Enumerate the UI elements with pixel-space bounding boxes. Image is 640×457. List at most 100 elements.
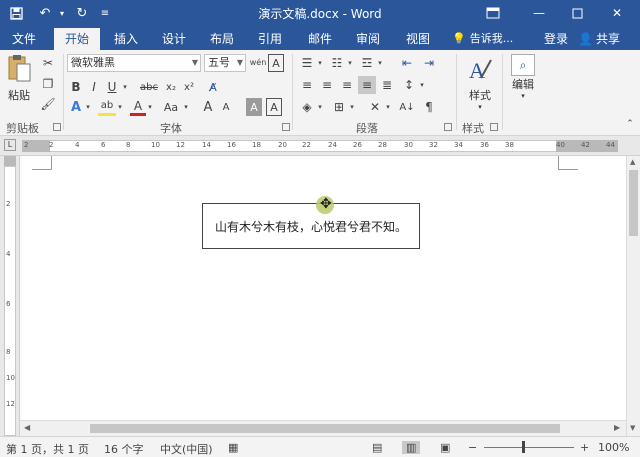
read-mode-icon[interactable]: ▤ bbox=[372, 441, 382, 454]
tab-insert[interactable]: 插入 bbox=[108, 28, 144, 50]
chevron-down-icon[interactable]: ▾ bbox=[316, 54, 324, 72]
grow-font-button[interactable]: A bbox=[200, 98, 216, 116]
numbering-icon[interactable]: ☷ bbox=[328, 54, 346, 72]
redo-icon[interactable]: ↻ bbox=[72, 4, 92, 22]
tab-home[interactable]: 开始 bbox=[54, 28, 100, 50]
distributed-icon[interactable]: ≣ bbox=[378, 76, 396, 94]
chevron-down-icon[interactable]: ▾ bbox=[116, 98, 124, 116]
tab-view[interactable]: 视图 bbox=[400, 28, 436, 50]
chevron-down-icon[interactable]: ▾ bbox=[84, 98, 92, 116]
cut-icon[interactable]: ✂ bbox=[40, 55, 56, 71]
tab-review[interactable]: 审阅 bbox=[350, 28, 386, 50]
scroll-up-icon[interactable]: ▲ bbox=[630, 158, 635, 166]
styles-launcher-icon[interactable] bbox=[490, 123, 498, 131]
zoom-slider-thumb[interactable] bbox=[522, 441, 525, 453]
chevron-down-icon[interactable]: ▾ bbox=[120, 78, 130, 96]
decrease-indent-icon[interactable]: ⇤ bbox=[398, 54, 416, 72]
vertical-ruler[interactable]: 2 4 6 8 10 12 bbox=[0, 156, 20, 436]
scroll-down-icon[interactable]: ▼ bbox=[630, 424, 635, 432]
chevron-down-icon[interactable]: ▾ bbox=[418, 76, 426, 94]
align-right-icon[interactable]: ≡ bbox=[338, 76, 356, 94]
superscript-button[interactable]: x² bbox=[180, 78, 198, 96]
tab-file[interactable]: 文件 bbox=[6, 28, 42, 50]
increase-indent-icon[interactable]: ⇥ bbox=[420, 54, 438, 72]
align-center-icon[interactable]: ≡ bbox=[318, 76, 336, 94]
show-marks-icon[interactable]: ¶ bbox=[420, 98, 438, 116]
clipboard-launcher-icon[interactable] bbox=[53, 123, 61, 131]
bold-button[interactable]: B bbox=[68, 78, 84, 96]
language-indicator[interactable]: 中文(中国) bbox=[160, 441, 213, 457]
bullets-icon[interactable]: ☰ bbox=[298, 54, 316, 72]
shrink-font-button[interactable]: A bbox=[218, 98, 234, 116]
align-left-icon[interactable]: ≡ bbox=[298, 76, 316, 94]
tab-selector[interactable]: L bbox=[4, 139, 16, 151]
chevron-down-icon[interactable]: ▾ bbox=[376, 54, 384, 72]
font-color-button[interactable]: A bbox=[130, 98, 146, 116]
undo-icon[interactable]: ↶ bbox=[34, 4, 56, 22]
italic-button[interactable]: I bbox=[86, 78, 102, 96]
underline-button[interactable]: U bbox=[104, 78, 120, 96]
paragraph-launcher-icon[interactable] bbox=[444, 123, 452, 131]
tab-layout[interactable]: 布局 bbox=[204, 28, 240, 50]
chevron-down-icon[interactable]: ▾ bbox=[182, 98, 190, 116]
horizontal-scrollbar[interactable]: ◀ ▶ bbox=[20, 420, 626, 436]
collapse-ribbon-icon[interactable]: ⌃ bbox=[624, 118, 636, 130]
text-effects-button[interactable]: A bbox=[68, 98, 84, 116]
sort-icon[interactable]: A↓ bbox=[398, 98, 416, 116]
undo-dropdown-icon[interactable]: ▾ bbox=[56, 4, 68, 22]
zoom-out-button[interactable]: − bbox=[468, 441, 477, 454]
borders-icon[interactable]: ⊞ bbox=[330, 98, 348, 116]
chevron-down-icon[interactable]: ▾ bbox=[348, 98, 356, 116]
zoom-level[interactable]: 100% bbox=[598, 441, 629, 454]
clear-formatting-icon[interactable]: A̸ bbox=[204, 78, 222, 96]
font-launcher-icon[interactable] bbox=[282, 123, 290, 131]
styles-button[interactable]: A 样式 ▾ bbox=[462, 56, 498, 112]
scroll-right-icon[interactable]: ▶ bbox=[614, 423, 620, 432]
zoom-slider[interactable] bbox=[484, 447, 574, 448]
paste-button[interactable]: 粘贴 bbox=[4, 54, 34, 110]
change-case-button[interactable]: Aa bbox=[160, 98, 182, 116]
justify-icon[interactable]: ≡ bbox=[358, 76, 376, 94]
save-icon[interactable] bbox=[6, 4, 26, 22]
horizontal-ruler[interactable]: L 2 2 4 6 8 10 12 14 16 18 20 22 24 26 2… bbox=[0, 136, 640, 156]
scrollbar-thumb[interactable] bbox=[90, 424, 560, 433]
chevron-down-icon[interactable]: ▾ bbox=[384, 98, 392, 116]
font-name-combo[interactable]: 微软雅黑 ▼ bbox=[67, 54, 201, 72]
chevron-down-icon[interactable]: ▾ bbox=[316, 98, 324, 116]
chinese-layout-icon[interactable]: ✕ bbox=[366, 98, 384, 116]
tab-references[interactable]: 引用 bbox=[252, 28, 288, 50]
format-painter-icon[interactable]: 🖌 bbox=[40, 96, 56, 112]
highlight-button[interactable]: ab bbox=[98, 98, 116, 116]
multilevel-list-icon[interactable]: ☲ bbox=[358, 54, 376, 72]
shading-icon[interactable]: ◈ bbox=[298, 98, 316, 116]
print-layout-icon[interactable]: ▥ bbox=[402, 441, 421, 454]
customize-quick-access-icon[interactable]: ≡ bbox=[96, 4, 114, 22]
tab-mailings[interactable]: 邮件 bbox=[302, 28, 338, 50]
web-layout-icon[interactable]: ▣ bbox=[440, 441, 450, 454]
chevron-down-icon[interactable]: ▾ bbox=[146, 98, 154, 116]
document-page[interactable]: 山有木兮木有枝，心悦君兮君不知。 ✥ bbox=[22, 156, 626, 436]
scrollbar-thumb[interactable] bbox=[629, 170, 638, 236]
enclose-characters-button[interactable]: A bbox=[268, 54, 284, 72]
character-shading-button[interactable]: A bbox=[246, 98, 262, 116]
tab-design[interactable]: 设计 bbox=[156, 28, 192, 50]
copy-icon[interactable]: ❐ bbox=[40, 76, 56, 92]
macro-record-icon[interactable]: ▦ bbox=[228, 441, 238, 454]
font-size-combo[interactable]: 五号 ▼ bbox=[204, 54, 246, 72]
scroll-left-icon[interactable]: ◀ bbox=[24, 423, 30, 432]
chevron-down-icon[interactable]: ▾ bbox=[346, 54, 354, 72]
share-button[interactable]: 👤 共享 bbox=[578, 28, 620, 50]
editing-button[interactable]: ⌕ 编辑 ▾ bbox=[508, 54, 538, 110]
phonetic-guide-button[interactable]: wén bbox=[250, 54, 267, 72]
close-icon[interactable]: ✕ bbox=[594, 0, 640, 26]
login-button[interactable]: 登录 bbox=[544, 28, 568, 50]
ribbon-display-options-icon[interactable] bbox=[470, 0, 516, 26]
vertical-scrollbar[interactable]: ▲ ▼ bbox=[626, 156, 640, 436]
strikethrough-button[interactable]: abc bbox=[138, 78, 160, 96]
subscript-button[interactable]: x₂ bbox=[162, 78, 180, 96]
line-spacing-icon[interactable]: ↕ bbox=[400, 76, 418, 94]
text-box[interactable]: 山有木兮木有枝，心悦君兮君不知。 bbox=[202, 203, 420, 249]
word-count[interactable]: 16 个字 bbox=[104, 441, 144, 457]
page-count[interactable]: 第 1 页，共 1 页 bbox=[6, 441, 89, 457]
character-border-button[interactable]: A bbox=[266, 98, 282, 116]
